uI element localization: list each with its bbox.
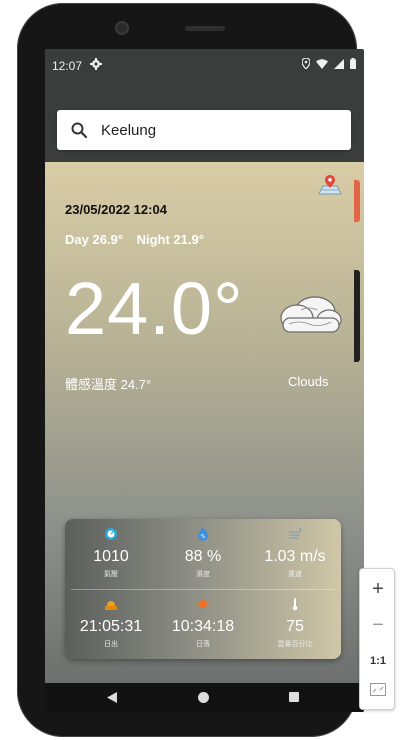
pressure-value: 1010	[93, 548, 129, 565]
sunset-label: 日落	[196, 641, 210, 648]
cloudiness-value: 75	[286, 618, 304, 635]
thermometer-icon	[292, 598, 298, 611]
city-search-box[interactable]: Keelung	[57, 110, 351, 150]
pressure-icon	[105, 528, 117, 540]
day-temp: Day 26.9°	[65, 232, 123, 247]
signal-icon	[334, 58, 344, 69]
fit-screen-icon[interactable]	[370, 683, 386, 696]
pressure-label: 氣壓	[104, 571, 118, 578]
zoom-in-button[interactable]: +	[360, 573, 396, 605]
humidity-icon: %	[198, 527, 208, 541]
night-temp: Night 21.9°	[136, 232, 204, 247]
volume-button[interactable]	[354, 270, 360, 362]
humidity-label: 濕度	[196, 571, 210, 578]
wind-label: 風速	[288, 571, 302, 578]
status-bar: 12:07	[45, 49, 364, 83]
map-pin-icon[interactable]	[318, 175, 342, 195]
earpiece-speaker	[185, 26, 225, 31]
day-night-temps: Day 26.9° Night 21.9°	[65, 232, 214, 247]
status-time: 12:07	[52, 59, 83, 73]
search-input[interactable]: Keelung	[101, 122, 156, 139]
wifi-icon	[316, 58, 328, 69]
wind-value: 1.03 m/s	[264, 548, 326, 565]
front-camera	[115, 21, 129, 35]
power-button[interactable]	[354, 180, 360, 222]
wind-icon	[289, 527, 302, 540]
zoom-out-button[interactable]: −	[360, 609, 396, 641]
current-temperature: 24.0°	[65, 267, 244, 350]
humidity-value: 88 %	[184, 548, 222, 565]
recent-apps-button[interactable]	[289, 692, 299, 702]
emulator-zoom-controls: + − 1:1	[359, 568, 395, 710]
zoom-reset-button[interactable]: 1:1	[360, 645, 396, 677]
svg-text:%: %	[201, 534, 206, 540]
stat-sunrise: 21:05:31 日出	[65, 589, 157, 659]
back-icon[interactable]	[107, 692, 117, 703]
gear-icon	[90, 58, 102, 70]
stat-pressure: 1010 氣壓	[65, 519, 157, 589]
feels-like-temp: 體感溫度 24.7°	[65, 377, 152, 392]
observation-datetime: 23/05/2022 12:04	[65, 202, 167, 217]
home-button[interactable]	[198, 692, 209, 703]
sunrise-icon	[105, 601, 117, 610]
android-nav-bar	[45, 683, 364, 712]
stat-wind: 1.03 m/s 風速	[249, 519, 341, 589]
phone-frame: 12:07 Keelung 23/05/2022 12:04 Day 26.9°…	[17, 3, 364, 737]
stats-grid: 1010 氣壓 % 88 % 濕度 1.03 m/s 風速 21:05:31 日…	[65, 519, 341, 659]
status-icons	[302, 58, 356, 69]
battery-icon	[350, 58, 356, 69]
emulator-stage: 12:07 Keelung 23/05/2022 12:04 Day 26.9°…	[0, 0, 400, 740]
stat-humidity: % 88 % 濕度	[157, 519, 249, 589]
weather-panel: 23/05/2022 12:04 Day 26.9° Night 21.9° 2…	[45, 162, 364, 683]
weather-stats-card: 1010 氣壓 % 88 % 濕度 1.03 m/s 風速 21:05:31 日…	[65, 519, 341, 659]
weather-condition: Clouds	[288, 374, 329, 389]
phone-screen: 12:07 Keelung 23/05/2022 12:04 Day 26.9°…	[45, 49, 364, 712]
sunrise-value: 21:05:31	[79, 618, 143, 635]
cloudiness-label: 雲量百分比	[277, 641, 313, 648]
stat-sunset: 10:34:18 日落	[157, 589, 249, 659]
sunrise-label: 日出	[104, 641, 118, 648]
cloud-icon	[280, 296, 342, 333]
sunset-value: 10:34:18	[171, 618, 235, 635]
stat-cloudiness: 75 雲量百分比	[249, 589, 341, 659]
location-icon	[302, 58, 310, 69]
search-icon[interactable]	[71, 122, 87, 138]
sunset-icon	[196, 600, 210, 608]
